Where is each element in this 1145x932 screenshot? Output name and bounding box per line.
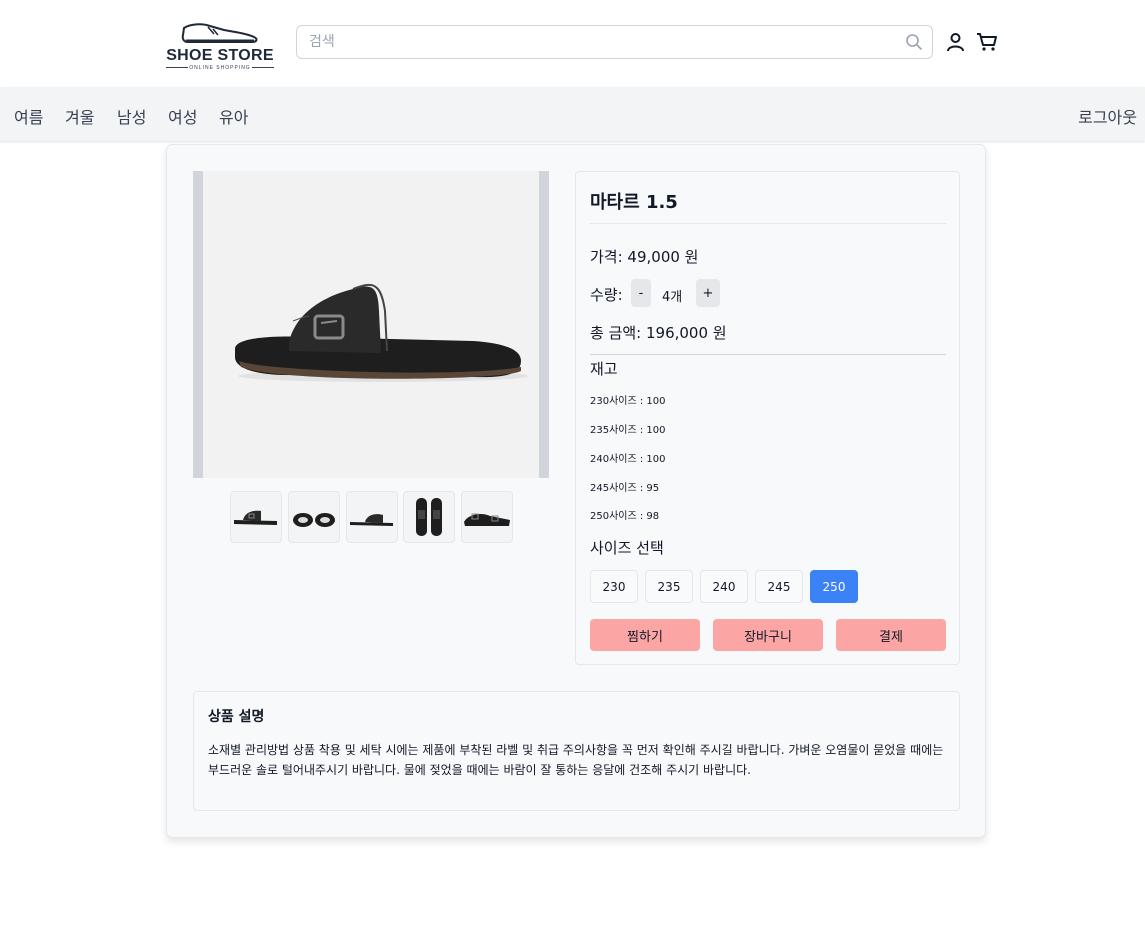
product-main-image	[193, 171, 549, 478]
nav-item-summer[interactable]: 여름	[14, 104, 43, 128]
logo-title: SHOE STORE	[166, 47, 274, 64]
user-icon[interactable]	[946, 32, 965, 52]
thumbnail-2[interactable]	[288, 491, 340, 543]
quantity-decrease-button[interactable]: -	[631, 279, 651, 307]
stock-title: 재고	[590, 360, 618, 378]
stock-item: 245사이즈 : 95	[590, 483, 660, 494]
product-description: 상품 설명 소재별 관리방법 상품 착용 및 세탁 시에는 제품에 부착된 라벨…	[193, 691, 960, 811]
sandal-image	[235, 284, 528, 382]
checkout-button[interactable]: 결제	[836, 619, 946, 651]
search-icon[interactable]	[905, 33, 923, 51]
nav-item-winter[interactable]: 겨울	[65, 104, 94, 128]
header: SHOE STORE ONLINE SHOPPING	[0, 0, 1145, 87]
quantity-label: 수량:	[590, 286, 623, 304]
stock-item: 240사이즈 : 100	[590, 454, 666, 465]
quantity-increase-button[interactable]: +	[696, 279, 720, 307]
thumbnail-4[interactable]	[403, 491, 455, 543]
size-button-230[interactable]: 230	[590, 570, 638, 603]
thumbnail-5[interactable]	[461, 491, 513, 543]
stock-item: 235사이즈 : 100	[590, 425, 666, 436]
thumbnail-3[interactable]	[346, 491, 398, 543]
add-to-cart-button[interactable]: 장바구니	[713, 619, 823, 651]
product-info-panel: 마타르 1.5 가격: 49,000 원 수량: - 4개 + 총 금액: 19…	[575, 171, 960, 665]
divider	[590, 223, 946, 224]
stock-item: 230사이즈 : 100	[590, 396, 666, 407]
product-card: 마타르 1.5 가격: 49,000 원 수량: - 4개 + 총 금액: 19…	[166, 144, 986, 838]
logo-divider-right	[252, 67, 274, 68]
category-nav: 여름 겨울 남성 여성 유아 로그아웃	[0, 87, 1145, 141]
thumbnail-1[interactable]	[230, 491, 282, 543]
logo-subtitle: ONLINE SHOPPING	[189, 65, 251, 71]
description-title: 상품 설명	[208, 709, 265, 725]
quantity-value: 4개	[662, 290, 683, 305]
product-title: 마타르 1.5	[590, 192, 678, 213]
search-input[interactable]	[309, 26, 889, 58]
description-text: 소재별 관리방법 상품 착용 및 세탁 시에는 제품에 부착된 라벨 및 취급 …	[208, 743, 944, 777]
stock-item: 250사이즈 : 98	[590, 511, 660, 522]
nav-item-kids[interactable]: 유아	[219, 104, 248, 128]
cart-icon[interactable]	[976, 32, 998, 52]
logout-link[interactable]: 로그아웃	[1078, 104, 1137, 128]
size-button-245[interactable]: 245	[755, 570, 803, 603]
wishlist-button[interactable]: 찜하기	[590, 619, 700, 651]
size-select-title: 사이즈 선택	[590, 539, 664, 557]
divider	[590, 354, 946, 355]
store-logo[interactable]: SHOE STORE ONLINE SHOPPING	[162, 20, 278, 72]
size-button-240[interactable]: 240	[700, 570, 748, 603]
thumbnail-strip	[230, 491, 520, 543]
nav-item-men[interactable]: 남성	[117, 104, 146, 128]
total-price-text: 총 금액: 196,000 원	[590, 324, 727, 342]
price-text: 가격: 49,000 원	[590, 248, 699, 266]
size-button-235[interactable]: 235	[645, 570, 693, 603]
search-bar	[296, 25, 933, 59]
nav-item-women[interactable]: 여성	[168, 104, 197, 128]
size-button-250[interactable]: 250	[810, 570, 858, 603]
shoe-logo-icon	[181, 23, 258, 43]
